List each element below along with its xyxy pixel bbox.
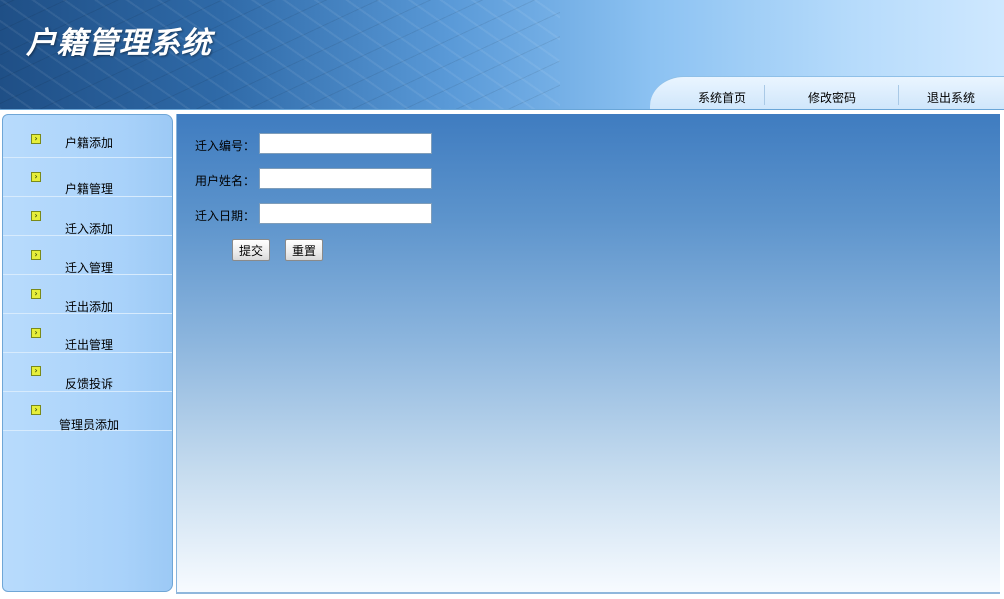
sidebar-item-label: 户籍管理 bbox=[65, 182, 114, 196]
main-content: 迁入编号： 用户姓名： 迁入日期： 提交 重置 bbox=[176, 114, 1000, 592]
sidebar-item-label: 迁出管理 bbox=[65, 338, 114, 352]
sidebar-item-household-manage[interactable]: › 户籍管理 bbox=[3, 159, 172, 197]
reset-button[interactable]: 重置 bbox=[285, 239, 324, 261]
user-name-label: 用户姓名： bbox=[195, 174, 256, 188]
arrow-right-icon: › bbox=[31, 328, 41, 338]
arrow-right-icon: › bbox=[31, 211, 41, 221]
nav-change-password-link[interactable]: 修改密码 bbox=[808, 89, 856, 106]
sidebar-item-label: 迁出添加 bbox=[65, 300, 114, 314]
nav-home-link[interactable]: 系统首页 bbox=[698, 89, 746, 106]
arrow-right-icon: › bbox=[31, 289, 41, 299]
arrow-right-icon: › bbox=[31, 366, 41, 376]
sidebar-item-movein-add[interactable]: › 迁入添加 bbox=[3, 198, 172, 236]
user-name-input[interactable] bbox=[259, 168, 432, 189]
movein-date-input[interactable] bbox=[259, 203, 432, 224]
movein-id-label: 迁入编号： bbox=[195, 139, 256, 153]
sidebar-item-label: 户籍添加 bbox=[65, 136, 114, 150]
nav-logout-link[interactable]: 退出系统 bbox=[927, 89, 975, 106]
sidebar-item-label: 反馈投诉 bbox=[65, 377, 114, 391]
sidebar-item-moveout-add[interactable]: › 迁出添加 bbox=[3, 276, 172, 314]
sidebar-item-moveout-manage[interactable]: › 迁出管理 bbox=[3, 315, 172, 353]
sidebar: › 户籍添加 › 户籍管理 › 迁入添加 › 迁入管理 › 迁出添加 › 迁出管… bbox=[2, 114, 173, 592]
nav-divider bbox=[898, 85, 899, 105]
arrow-right-icon: › bbox=[31, 172, 41, 182]
top-nav: 系统首页 修改密码 退出系统 bbox=[650, 76, 1004, 109]
arrow-right-icon: › bbox=[31, 250, 41, 260]
sidebar-item-movein-manage[interactable]: › 迁入管理 bbox=[3, 237, 172, 275]
sidebar-item-feedback[interactable]: › 反馈投诉 bbox=[3, 354, 172, 392]
sidebar-item-household-add[interactable]: › 户籍添加 bbox=[3, 120, 172, 158]
sidebar-item-admin-add[interactable]: › 管理员添加 bbox=[3, 393, 172, 432]
sidebar-item-label: 管理员添加 bbox=[59, 418, 120, 432]
sidebar-item-label: 迁入添加 bbox=[65, 222, 114, 236]
movein-date-label: 迁入日期： bbox=[195, 209, 256, 223]
submit-button[interactable]: 提交 bbox=[232, 239, 271, 261]
movein-id-input[interactable] bbox=[259, 133, 432, 154]
header: 户籍管理系统 系统首页 修改密码 退出系统 bbox=[0, 0, 1004, 110]
bottom-divider bbox=[176, 592, 1000, 594]
arrow-right-icon: › bbox=[31, 405, 41, 415]
app-title: 户籍管理系统 bbox=[26, 26, 212, 61]
nav-divider bbox=[764, 85, 765, 105]
sidebar-item-label: 迁入管理 bbox=[65, 261, 114, 275]
arrow-right-icon: › bbox=[31, 134, 41, 144]
